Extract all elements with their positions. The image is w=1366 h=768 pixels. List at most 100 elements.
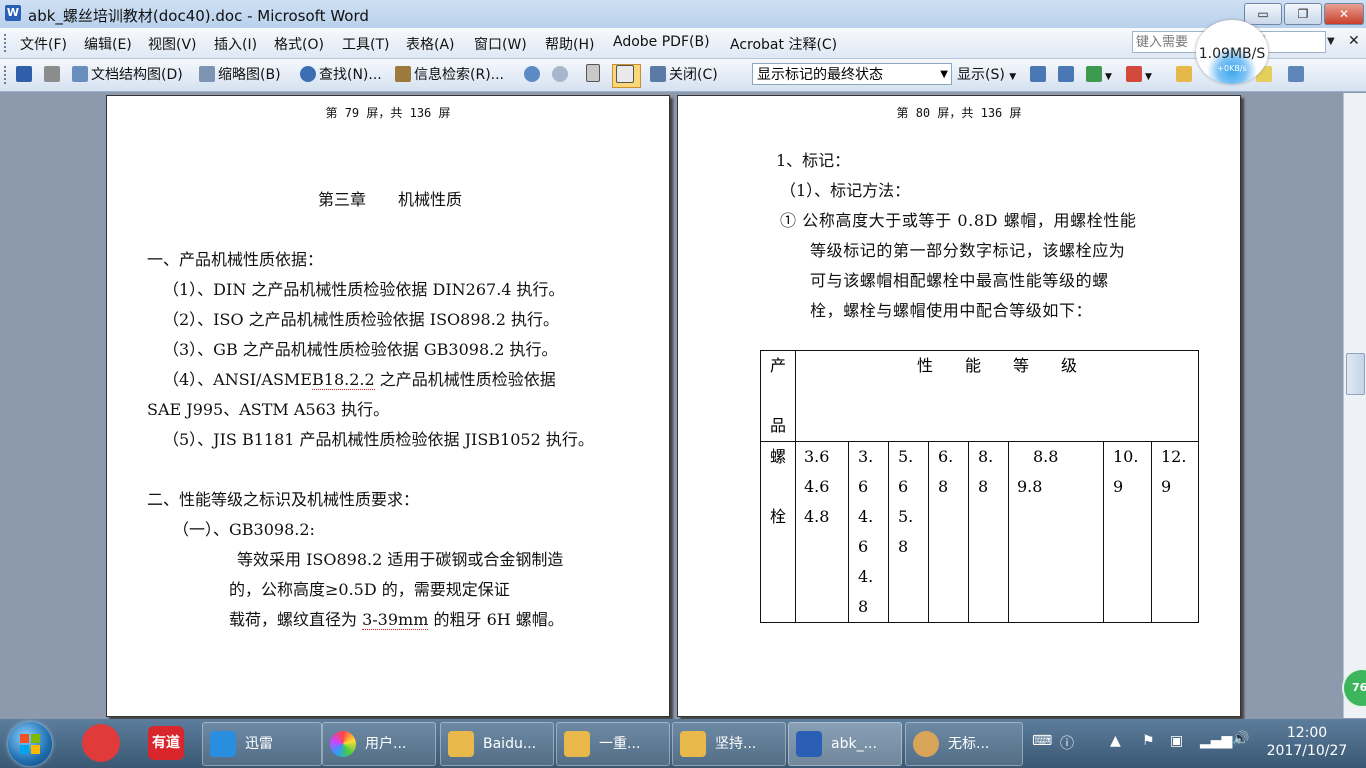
grade-4-line-2: 8 [938, 477, 949, 496]
folder-icon [564, 731, 590, 757]
word-app-icon[interactable]: W [5, 5, 21, 21]
grade-2-line-4: 6 [858, 537, 869, 556]
menu-acrobat-comments[interactable]: Acrobat 注释(C) [730, 34, 837, 54]
table-cell-grade-2: 3. 6 4. 6 4. 8 [848, 441, 889, 623]
taskbar-item-user[interactable]: 用户... [322, 722, 436, 766]
taskbar-item-label: 坚持... [715, 736, 757, 752]
thumbnails-button[interactable]: 缩略图(B) [199, 64, 281, 86]
bolt-char-2: 栓 [769, 507, 786, 526]
menu-grip-icon[interactable] [4, 34, 10, 52]
menu-tools[interactable]: 工具(T) [342, 34, 389, 54]
basis-line-4: （4）、ANSI/ASMEB18.2.2 之产品机械性质检验依据 [163, 366, 556, 390]
doc-map-button[interactable]: 文档结构图(D) [72, 64, 183, 86]
start-button[interactable] [8, 722, 52, 766]
reviewing-pane-icon[interactable] [1288, 64, 1307, 86]
grade-1-line-1: 3.6 [804, 447, 830, 466]
menu-file[interactable]: 文件(F) [20, 34, 67, 54]
folder-icon [680, 731, 706, 757]
reject-change-icon[interactable]: ▼ [1126, 64, 1152, 86]
chevron-down-icon: ▼ [940, 69, 948, 80]
two-pages-icon[interactable] [612, 64, 641, 88]
menu-edit[interactable]: 编辑(E) [84, 34, 132, 54]
paragraph-line-3-part-c: 的粗牙 6H 螺帽。 [428, 610, 564, 629]
word-icon [796, 731, 822, 757]
menu-format[interactable]: 格式(O) [274, 34, 324, 54]
mark-rule-line-2: 等级标记的第一部分数字标记，该螺栓应为 [810, 241, 1126, 260]
network-speed-widget[interactable]: 1.09MB/S +0KB/s [1196, 20, 1268, 84]
book-icon [650, 66, 666, 82]
mark-method-heading: （1）、标记方法： [780, 181, 911, 200]
research-label: 信息检索(R)... [414, 67, 505, 83]
menu-view[interactable]: 视图(V) [148, 34, 197, 54]
grade-2-line-5: 4. [858, 567, 874, 586]
folder-icon[interactable] [1176, 64, 1195, 86]
taskbar-item-label: Baidu... [483, 736, 537, 752]
markup-display-combo[interactable]: 显示标记的最终状态 ▼ [752, 63, 952, 85]
print-icon[interactable] [44, 64, 63, 86]
keyboard-icon[interactable]: ⌨ [1032, 733, 1052, 749]
right-page[interactable]: 第 80 屏，共 136 屏 1、标记： （1）、标记方法： ① 公称高度大于或… [677, 95, 1241, 717]
close-document-icon[interactable]: ✕ [1348, 33, 1360, 49]
xunlei-icon [210, 731, 236, 757]
grade-2-line-1: 3. [858, 447, 874, 466]
paragraph-line-3: 载荷，螺纹直径为 3-39mm 的粗牙 6H 螺帽。 [229, 606, 564, 630]
zoom-in-icon[interactable] [524, 64, 543, 86]
media-player-icon[interactable] [76, 722, 128, 764]
help-icon[interactable]: ⓘ [1060, 733, 1074, 753]
network-upload: +0KB/s [1217, 64, 1247, 73]
show-hidden-icons[interactable]: ▲ [1110, 733, 1121, 749]
grade-5-line-1: 8. [978, 447, 994, 466]
volume-icon[interactable]: 🔊 [1232, 731, 1249, 747]
section-two-heading: 二、性能等级之标识及机械性质要求： [147, 490, 420, 509]
table-cell-grade-header: 性 能 等 级 [795, 350, 1199, 442]
taskbar-item-folder-3[interactable]: 坚持... [672, 722, 786, 766]
restore-button[interactable]: ❐ [1284, 3, 1322, 25]
show-markup-button[interactable]: 显示(S) ▼ [957, 64, 1016, 86]
device-icon[interactable]: ▣ [1170, 733, 1183, 749]
table-cell-grade-8: 12. 9 [1151, 441, 1199, 623]
research-icon [395, 66, 411, 82]
taskbar-item-word[interactable]: abk_... [788, 722, 902, 766]
taskbar-item-baidu[interactable]: Baidu... [440, 722, 554, 766]
help-search-placeholder: 键入需要 [1136, 35, 1189, 50]
grade-2-line-3: 4. [858, 507, 874, 526]
zoom-out-icon[interactable] [552, 64, 571, 86]
menu-window[interactable]: 窗口(W) [474, 34, 527, 54]
grade-3-line-1: 5. [898, 447, 914, 466]
save-icon[interactable] [16, 64, 35, 86]
toolbar-grip-icon[interactable] [4, 66, 10, 84]
network-icon[interactable]: ▂▄▆ [1200, 733, 1232, 749]
close-reading-button[interactable]: 关闭(C) [650, 64, 718, 86]
clock[interactable]: 12:00 2017/10/27 [1262, 725, 1352, 759]
menu-adobe-pdf[interactable]: Adobe PDF(B) [613, 34, 710, 50]
menu-table[interactable]: 表格(A) [406, 34, 455, 54]
windows-logo-icon [20, 745, 29, 754]
mark-rule-line-1: ① 公称高度大于或等于 0.8D 螺帽，用螺栓性能 [780, 211, 1137, 230]
find-button[interactable]: 查找(N)... [300, 64, 382, 86]
minimize-button[interactable]: ▭ [1244, 3, 1282, 25]
action-center-icon[interactable]: ⚑ [1142, 733, 1155, 749]
grade-4-line-1: 6. [938, 447, 954, 466]
scrollbar-thumb[interactable] [1346, 353, 1365, 395]
menu-help[interactable]: 帮助(H) [545, 34, 594, 54]
accept-change-icon[interactable]: ▼ [1086, 64, 1112, 86]
menu-insert[interactable]: 插入(I) [214, 34, 257, 54]
left-page[interactable]: 第 79 屏，共 136 屏 第三章 机械性质 一、产品机械性质依据： （1）、… [106, 95, 670, 717]
help-dropdown-icon[interactable]: ▼ [1327, 31, 1341, 53]
one-page-icon[interactable] [586, 64, 603, 86]
previous-change-icon[interactable] [1030, 64, 1049, 86]
thumbnails-icon [199, 66, 215, 82]
vertical-scrollbar[interactable] [1343, 93, 1366, 718]
table-cell-product: 产 品 [760, 350, 796, 442]
next-change-icon[interactable] [1058, 64, 1077, 86]
taskbar-item-folder-2[interactable]: 一重... [556, 722, 670, 766]
research-button[interactable]: 信息检索(R)... [395, 64, 504, 86]
close-button[interactable]: ✕ [1324, 3, 1364, 25]
close-reading-label: 关闭(C) [669, 67, 718, 83]
paint-palette-icon [913, 731, 939, 757]
youdao-icon[interactable]: 有道 [140, 722, 192, 764]
taskbar-item-xunlei[interactable]: 迅雷 [202, 722, 322, 766]
taskbar-item-label: 迅雷 [245, 736, 273, 752]
basis-line-4-cont: SAE J995、ASTM A563 执行。 [147, 400, 390, 419]
taskbar-item-paint[interactable]: 无标... [905, 722, 1023, 766]
